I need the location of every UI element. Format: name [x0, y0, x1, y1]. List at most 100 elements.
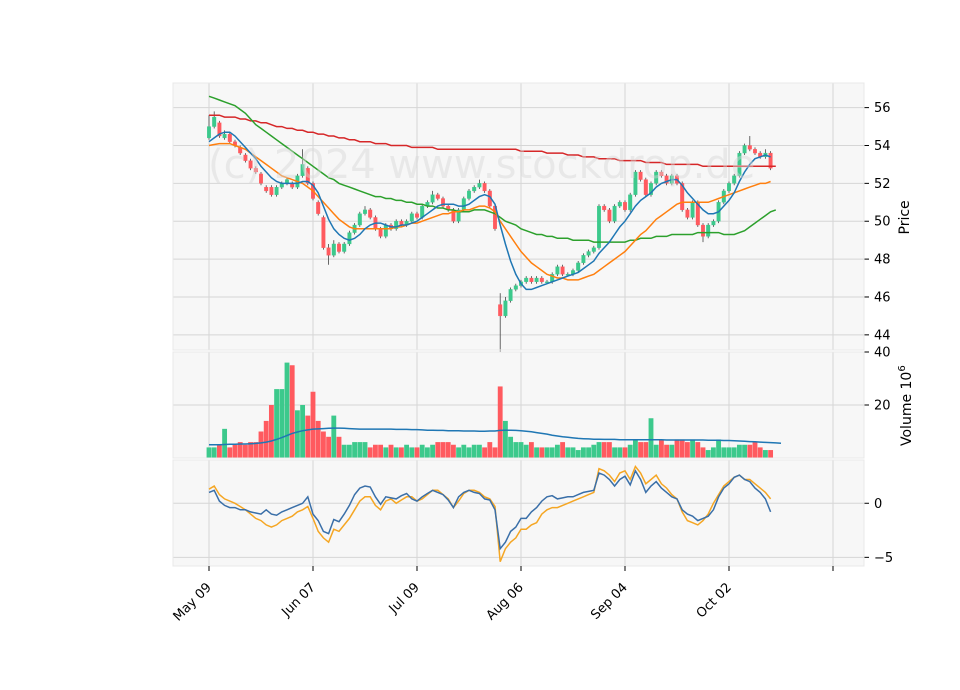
- volume-bar: [346, 444, 352, 458]
- volume-bar: [232, 444, 238, 458]
- volume-bar: [690, 439, 696, 458]
- volume-bar: [606, 442, 612, 458]
- volume-bar: [284, 362, 290, 458]
- candle-body: [623, 202, 627, 211]
- volume-bar: [544, 447, 550, 458]
- volume-bar: [731, 447, 737, 458]
- stock-chart: 44 46 48 50 52 54 56 Price 20 40 Volume 106 −5 0 M…: [171, 82, 915, 624]
- candle-body: [357, 213, 362, 226]
- volume-bar: [398, 447, 404, 458]
- volume-bar: [487, 442, 493, 458]
- volume-bar: [445, 442, 451, 458]
- candle-body: [513, 285, 518, 290]
- volume-bar: [669, 444, 675, 458]
- candle-body: [326, 247, 331, 256]
- volume-axis-title: Volume 106: [897, 365, 915, 446]
- volume-bar: [695, 442, 701, 458]
- candle-body: [581, 255, 586, 264]
- candle-body: [534, 277, 539, 282]
- volume-bar: [268, 405, 274, 458]
- volume-bar: [263, 420, 269, 458]
- volume-bar: [710, 447, 716, 458]
- volume-bar: [331, 415, 337, 458]
- volume-bar: [653, 444, 659, 458]
- volume-bar: [586, 447, 592, 458]
- candle-body: [383, 224, 388, 237]
- volume-bar: [424, 447, 430, 458]
- volume-bar: [580, 447, 586, 458]
- volume-bar: [492, 447, 498, 458]
- volume-bar: [679, 439, 685, 458]
- volume-bar: [742, 444, 748, 458]
- candle-body: [628, 194, 633, 211]
- candle-body: [409, 213, 414, 222]
- candle-body: [685, 209, 690, 218]
- candle-body: [576, 262, 581, 271]
- volume-bar: [638, 442, 644, 458]
- volume-bar: [575, 450, 581, 458]
- candle-body: [269, 186, 274, 195]
- candle-body: [529, 277, 534, 282]
- candle-body: [617, 202, 622, 207]
- volume-bar: [554, 444, 560, 458]
- candle-body: [368, 209, 373, 218]
- candle-body: [337, 243, 341, 252]
- x-tick-label: Oct 02: [694, 580, 735, 621]
- price-tick-label: 56: [874, 101, 891, 116]
- volume-bar: [664, 444, 670, 458]
- price-tick-label: 54: [874, 139, 891, 154]
- volume-bar: [482, 447, 488, 458]
- candle-body: [467, 190, 471, 199]
- volume-bar: [596, 442, 602, 458]
- volume-bar: [752, 442, 758, 458]
- volume-bar: [518, 442, 524, 458]
- x-tick-label: Jul 09: [386, 580, 423, 617]
- candle-body: [331, 243, 336, 256]
- price-tick-label: 48: [874, 253, 891, 268]
- volume-bar: [612, 447, 618, 458]
- price-tick-label: 50: [874, 215, 891, 230]
- candle-body: [212, 116, 217, 127]
- volume-bar: [716, 439, 722, 458]
- volume-bar: [627, 444, 633, 458]
- candle-body: [435, 194, 440, 199]
- volume-bar: [253, 442, 259, 458]
- volume-bar: [643, 442, 649, 458]
- volume-bar: [222, 428, 228, 458]
- candle-body: [342, 243, 347, 252]
- volume-bar: [591, 444, 597, 458]
- candle-body: [378, 228, 383, 237]
- volume-bar: [352, 442, 358, 458]
- price-tick-label: 52: [874, 177, 891, 192]
- volume-bar: [305, 415, 311, 458]
- volume-bar: [632, 439, 638, 458]
- volume-bar: [393, 447, 399, 458]
- volume-bar: [310, 391, 316, 458]
- x-axis: May 09 Jun 07 Jul 09 Aug 06 Sep 04 Oct 02: [171, 566, 834, 624]
- volume-bar: [617, 447, 623, 458]
- volume-bar: [726, 447, 732, 458]
- volume-bar: [601, 442, 607, 458]
- x-tick-label: Sep 04: [588, 580, 631, 623]
- candle-body: [347, 232, 352, 245]
- volume-bar: [211, 447, 217, 458]
- volume-bar: [341, 444, 347, 458]
- volume-bar: [549, 447, 555, 458]
- candle-body: [227, 133, 232, 142]
- volume-bar: [747, 444, 753, 458]
- volume-bar: [534, 447, 540, 458]
- volume-bar: [315, 420, 321, 458]
- oscillator-panel-bg: [173, 460, 864, 566]
- candle-body: [222, 133, 227, 139]
- volume-bar: [383, 447, 389, 458]
- volume-bar: [279, 389, 285, 458]
- oscillator-tick-label: 0: [874, 497, 882, 512]
- volume-bar: [513, 442, 519, 458]
- volume-bar: [435, 442, 441, 458]
- candle-body: [555, 266, 560, 275]
- volume-tick-label: 20: [874, 399, 891, 414]
- volume-bar: [565, 447, 571, 458]
- volume-bar: [502, 420, 508, 458]
- volume-bar: [560, 442, 566, 458]
- candle-body: [690, 202, 695, 218]
